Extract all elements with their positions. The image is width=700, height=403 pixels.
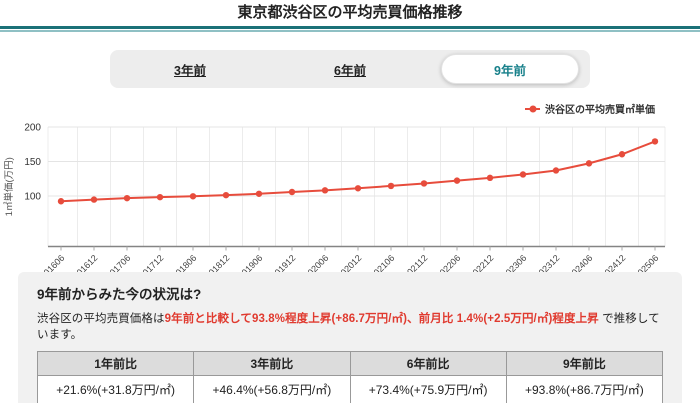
comparison-header-cell: 9年前比 (505, 351, 664, 376)
svg-text:202506: 202506 (632, 253, 660, 272)
comparison-value-cell: +73.4%(+75.9万円/㎡) (349, 375, 507, 403)
svg-text:202112: 202112 (402, 253, 430, 272)
comparison-value-cell: +93.8%(+86.7万円/㎡) (505, 375, 664, 403)
summary-panel: 9年前からみた今の状況は? 渋谷区の平均売買価格は9年前と比較して93.8%程度… (18, 272, 682, 403)
comparison-value-cell: +21.6%(+31.8万円/㎡) (36, 375, 195, 403)
tab-6-years-ago[interactable]: 6年前 (270, 50, 430, 88)
header-divider (0, 26, 700, 32)
svg-text:1㎡単価(万円): 1㎡単価(万円) (3, 157, 15, 216)
svg-text:201912: 201912 (269, 253, 297, 272)
summary-text-highlight: 9年前と比較して93.8%程度上昇(+86.7万円/㎡)、前月比 1.4%(+2… (164, 313, 599, 325)
comparison-header-cell: 3年前比 (193, 351, 351, 376)
header-divider-light-line (0, 30, 700, 32)
tab-9-years-ago[interactable]: 9年前 (430, 50, 590, 88)
svg-text:202012: 202012 (335, 253, 363, 272)
tab-3-years-ago-label: 3年前 (174, 63, 206, 78)
comparison-value-cell: +46.4%(+56.8万円/㎡) (193, 375, 351, 403)
svg-text:100: 100 (24, 192, 41, 203)
chart-legend: 渋谷区の平均売買㎡単価 (525, 101, 655, 116)
page-title: 東京都渋谷区の平均売買価格推移 (237, 4, 463, 21)
comparison-header-cell: 1年前比 (36, 351, 195, 376)
tab-3-years-ago[interactable]: 3年前 (110, 50, 270, 88)
legend-line-dot-icon (525, 105, 540, 112)
svg-text:200: 200 (24, 123, 41, 134)
svg-text:201612: 201612 (71, 253, 99, 272)
tab-9-years-ago-active-pill: 9年前 (441, 54, 579, 84)
comparison-table-value-row: +21.6%(+31.8万円/㎡) +46.4%(+56.8万円/㎡) +73.4%… (36, 375, 664, 403)
price-trend-line-chart: 100 150 200 201606 201612 201706 201712 201806 2… (3, 123, 666, 272)
svg-text:150: 150 (24, 157, 41, 168)
svg-text:202006: 202006 (302, 253, 330, 272)
svg-text:201712: 201712 (137, 253, 165, 272)
period-tabbar: 3年前 6年前 9年前 (110, 50, 590, 88)
summary-heading: 9年前からみた今の状況は? (37, 287, 202, 302)
svg-text:202412: 202412 (599, 253, 627, 272)
svg-text:201706: 201706 (104, 253, 132, 272)
svg-text:202406: 202406 (566, 253, 594, 272)
summary-text-before: 渋谷区の平均売買価格は (37, 313, 165, 325)
svg-text:202212: 202212 (467, 253, 495, 272)
comparison-header-cell: 6年前比 (349, 351, 507, 376)
svg-text:202206: 202206 (434, 253, 462, 272)
legend-label: 渋谷区の平均売買㎡単価 (545, 105, 655, 116)
svg-text:201812: 201812 (203, 253, 231, 272)
svg-text:201906: 201906 (236, 253, 264, 272)
svg-text:201606: 201606 (38, 253, 66, 272)
svg-text:201806: 201806 (170, 253, 198, 272)
svg-text:202106: 202106 (368, 253, 396, 272)
comparison-table-header-row: 1年前比 3年前比 6年前比 9年前比 (36, 351, 664, 376)
header-divider-dark-line (0, 26, 700, 29)
tab-6-years-ago-label: 6年前 (334, 63, 366, 78)
svg-text:202306: 202306 (500, 253, 528, 272)
svg-text:202312: 202312 (533, 253, 561, 272)
page: 東京都渋谷区の平均売買価格推移 3年前 6年前 9年前 渋谷区の平均売買㎡単価 … (0, 0, 700, 403)
summary-text: 渋谷区の平均売買価格は9年前と比較して93.8%程度上昇(+86.7万円/㎡)、… (37, 310, 663, 342)
comparison-table: 1年前比 3年前比 6年前比 9年前比 +21.6%(+31.8万円/㎡) +46.4%… (36, 351, 664, 403)
